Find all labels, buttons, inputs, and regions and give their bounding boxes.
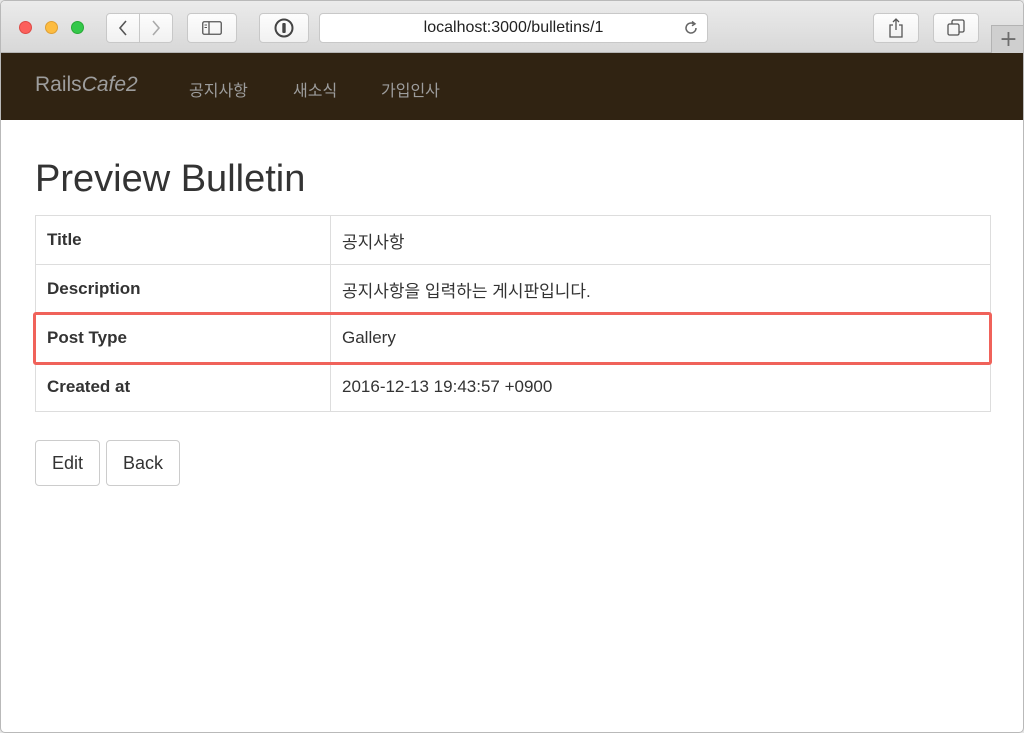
reload-icon[interactable] xyxy=(683,20,699,36)
page-title: Preview Bulletin xyxy=(35,158,306,200)
edit-button[interactable]: Edit xyxy=(35,440,101,486)
password-manager-button[interactable] xyxy=(259,13,309,43)
table-row: Title 공지사항 xyxy=(35,215,991,265)
password-lock-icon xyxy=(274,18,294,38)
back-nav-button[interactable] xyxy=(106,13,140,43)
brand-logo[interactable]: Rails Cafe2 xyxy=(35,73,138,97)
tabs-icon xyxy=(947,19,965,36)
row-value: 2016-12-13 19:43:57 +0900 xyxy=(330,362,991,412)
row-label: Created at xyxy=(35,362,331,412)
share-button[interactable] xyxy=(873,13,919,43)
zoom-window-button[interactable] xyxy=(71,21,84,34)
table-row: Created at 2016-12-13 19:43:57 +0900 xyxy=(35,362,991,412)
row-label: Description xyxy=(35,264,331,314)
address-bar[interactable]: localhost:3000/bulletins/1 xyxy=(319,13,708,43)
brand-name: Rails xyxy=(35,73,82,96)
browser-toolbar: localhost:3000/bulletins/1 + xyxy=(1,1,1023,53)
sidebar-toggle-button[interactable] xyxy=(187,13,237,43)
main-content: Preview Bulletin Title 공지사항 Description … xyxy=(35,120,991,412)
brand-name-italic: Cafe2 xyxy=(81,73,138,96)
row-value: 공지사항 xyxy=(330,215,991,265)
action-buttons: Edit Back xyxy=(35,440,181,486)
close-window-button[interactable] xyxy=(19,21,32,34)
forward-nav-button[interactable] xyxy=(139,13,173,43)
browser-window: localhost:3000/bulletins/1 + Rails Cafe2 … xyxy=(0,0,1024,733)
row-label: Post Type xyxy=(35,313,331,363)
table-row: Post Type Gallery xyxy=(35,313,991,363)
row-label: Title xyxy=(35,215,331,265)
table-row: Description 공지사항을 입력하는 게시판입니다. xyxy=(35,264,991,314)
chevron-left-icon xyxy=(118,20,127,36)
nav-link-news[interactable]: 새소식 xyxy=(293,77,337,101)
row-value: Gallery xyxy=(330,313,991,363)
tab-overview-button[interactable] xyxy=(933,13,979,43)
bulletin-details-table: Title 공지사항 Description 공지사항을 입력하는 게시판입니다… xyxy=(35,215,991,412)
share-icon xyxy=(889,18,903,38)
url-text: localhost:3000/bulletins/1 xyxy=(423,19,604,36)
app-navbar: Rails Cafe2 공지사항 새소식 가입인사 xyxy=(1,53,1023,120)
nav-link-notice[interactable]: 공지사항 xyxy=(189,77,248,101)
chevron-right-icon xyxy=(152,20,161,36)
nav-link-greetings[interactable]: 가입인사 xyxy=(381,77,440,101)
back-button[interactable]: Back xyxy=(106,440,181,486)
new-tab-button[interactable]: + xyxy=(991,25,1023,53)
minimize-window-button[interactable] xyxy=(45,21,58,34)
sidebar-icon xyxy=(202,21,222,35)
row-value: 공지사항을 입력하는 게시판입니다. xyxy=(330,264,991,314)
